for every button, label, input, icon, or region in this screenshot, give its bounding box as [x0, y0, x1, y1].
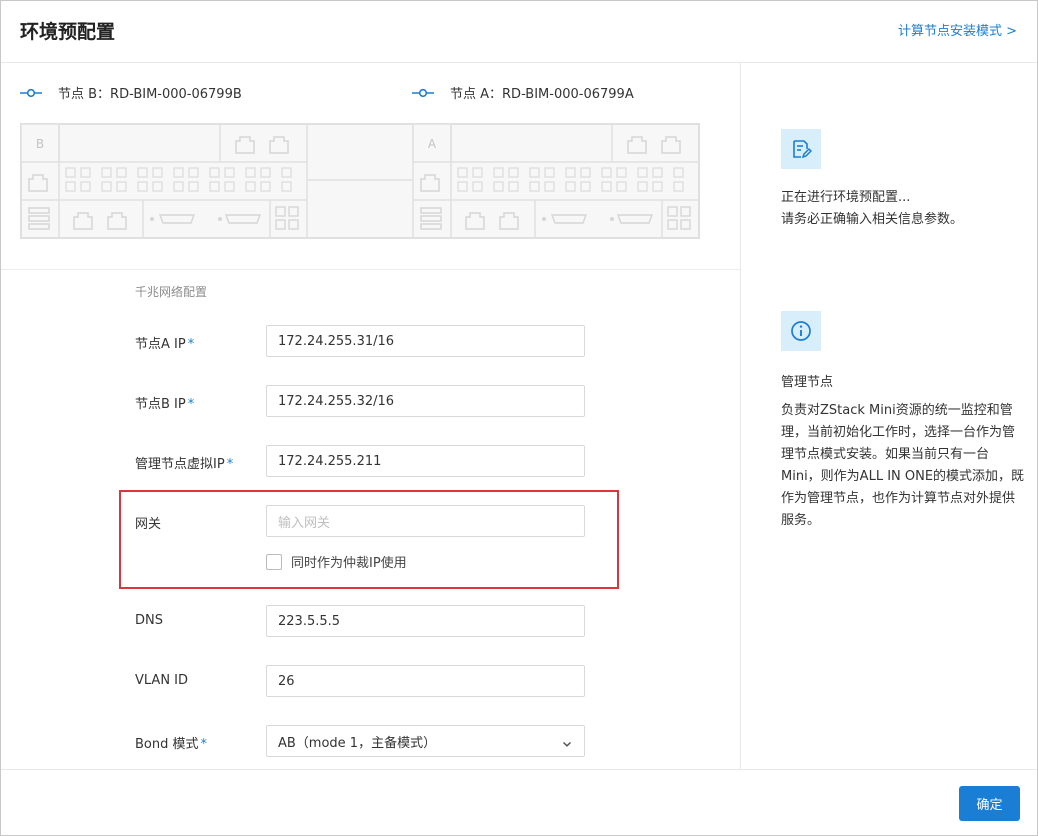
node-b-badge: B	[36, 137, 44, 151]
config-panel: 节点 B：RD-BIM-000-06799B 节点 A：RD-BIM-000-0…	[1, 63, 741, 769]
mgmt-vip-input[interactable]: 172.24.255.211	[266, 445, 585, 477]
edit-note-icon	[781, 129, 821, 169]
mgmt-node-title: 管理节点	[781, 375, 834, 390]
confirm-button[interactable]: 确定	[959, 786, 1020, 821]
dns-label: DNS	[135, 613, 163, 628]
bond-mode-select[interactable]: AB（mode 1，主备模式）	[266, 725, 585, 757]
gateway-label: 网关	[135, 517, 162, 532]
node-b-label: 节点 B：RD-BIM-000-06799B	[20, 83, 242, 102]
compute-node-install-mode-link[interactable]: 计算节点安装模式 >	[898, 20, 1017, 39]
dialog-footer: 确定	[1, 769, 1037, 835]
server-rack-icon: B A	[20, 123, 700, 239]
vlan-id-input[interactable]: 26	[266, 665, 585, 697]
node-a-label: 节点 A：RD-BIM-000-06799A	[412, 83, 634, 102]
dialog: 环境预配置 计算节点安装模式 > 节点 B：RD-BIM-000-06799B …	[0, 0, 1038, 836]
node-a-ip-input[interactable]: 172.24.255.31/16	[266, 325, 585, 357]
mgmt-node-description: 负责对ZStack Mini资源的统一监控和管理，当前初始化工作时，选择一台作为…	[781, 403, 1025, 528]
chevron-down-icon	[562, 737, 572, 752]
section-divider	[1, 269, 741, 270]
gigabit-network-section-title: 千兆网络配置	[135, 285, 208, 299]
mgmt-vip-label: 管理节点虚拟IP *	[135, 457, 234, 472]
node-b-ip-input[interactable]: 172.24.255.32/16	[266, 385, 585, 417]
info-icon	[781, 311, 821, 351]
server-chassis-illustration: B A	[20, 123, 700, 243]
required-mark: *	[200, 737, 208, 752]
dns-input[interactable]: 223.5.5.5	[266, 605, 585, 637]
dialog-header: 环境预配置 计算节点安装模式 >	[1, 1, 1037, 63]
arbitration-ip-checkbox-row[interactable]: 同时作为仲裁IP使用	[266, 552, 407, 571]
node-b-ip-label: 节点B IP *	[135, 397, 195, 412]
connection-node-icon	[412, 88, 434, 98]
page-title: 环境预配置	[20, 21, 116, 43]
node-a-text: 节点 A：RD-BIM-000-06799A	[450, 87, 634, 102]
node-a-badge: A	[428, 137, 437, 151]
status-message: 正在进行环境预配置... 请务必正确输入相关信息参数。	[781, 190, 964, 227]
vlan-id-label: VLAN ID	[135, 673, 189, 688]
required-mark: *	[226, 457, 234, 472]
arbitration-ip-checkbox-label: 同时作为仲裁IP使用	[291, 556, 407, 571]
node-a-ip-label: 节点A IP *	[135, 337, 195, 352]
required-mark: *	[187, 397, 195, 412]
connection-node-icon	[20, 88, 42, 98]
required-mark: *	[187, 337, 195, 352]
node-b-text: 节点 B：RD-BIM-000-06799B	[58, 87, 242, 102]
arbitration-ip-checkbox[interactable]	[266, 553, 282, 570]
gateway-input[interactable]: 输入网关	[266, 505, 585, 537]
info-sidebar: 正在进行环境预配置... 请务必正确输入相关信息参数。 管理节点 负责对ZSta…	[741, 63, 1037, 769]
bond-mode-label: Bond 模式 *	[135, 737, 208, 752]
